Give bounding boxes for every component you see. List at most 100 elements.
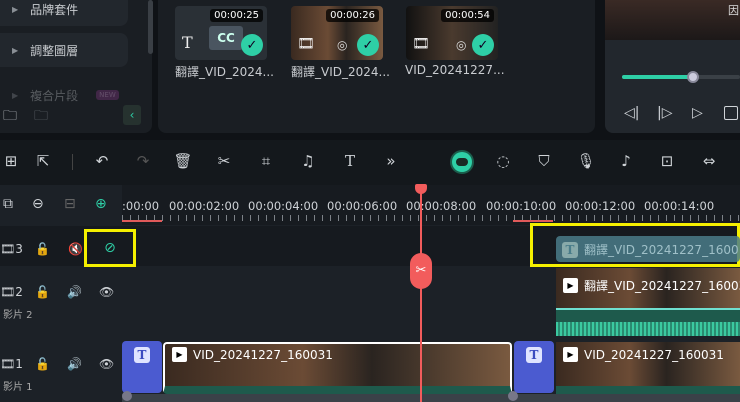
select-tool-icon[interactable]: ⇱	[32, 152, 54, 170]
check-icon: ✓	[472, 34, 494, 56]
media-item-video[interactable]: 🎞 ◎ 00:00:54 ✓	[406, 6, 498, 60]
volume-icon[interactable]: 🔊	[67, 357, 82, 371]
caption-clip-label: T 翻譯_VID_20241227_1600	[562, 241, 739, 258]
track-name: 影片 1	[3, 382, 33, 393]
visible-icon[interactable]: 👁	[99, 357, 114, 371]
expand-icon: ▶	[12, 90, 19, 100]
progress-fill	[622, 75, 693, 79]
sidebar-item-adjustment-layer[interactable]: ▶ 調整圖層	[0, 33, 128, 67]
sidebar-item-label: 調整圖層	[30, 43, 79, 58]
ruler-label: 00:00:10:00	[486, 199, 557, 213]
ruler-ticks	[122, 215, 740, 221]
sidebar-scrollbar[interactable]	[148, 0, 153, 54]
sidebar-item-brand-kit[interactable]: ▶ 品牌套件	[0, 0, 128, 26]
hide-track-icon[interactable]: ⊘	[84, 229, 136, 267]
video-clip-label: ▶ VID_20241227_160031	[172, 347, 333, 362]
ruler-label: 00:00:02:00	[169, 199, 240, 213]
text-icon: T	[562, 241, 578, 258]
text-icon: T	[134, 347, 150, 363]
out-range-marker	[513, 220, 553, 222]
ruler-label: 00:00:04:00	[248, 199, 319, 213]
audio-waveform	[556, 308, 740, 336]
volume-icon[interactable]: 🔊	[67, 285, 82, 299]
duration-label: 00:00:26	[326, 9, 379, 22]
check-icon: ✓	[241, 34, 263, 56]
audio-icon: ◎	[337, 38, 348, 52]
new-folder-icon[interactable]: 🗀	[3, 105, 17, 129]
text-tool-icon[interactable]: T	[339, 152, 361, 170]
ruler-label: 00:00:06:00	[327, 199, 398, 213]
new-badge: NEW	[96, 90, 119, 100]
ruler-label: :00:00	[122, 199, 160, 213]
audio-icon[interactable]: ♫	[297, 152, 319, 170]
delete-folder-icon[interactable]: 🗀	[34, 105, 48, 129]
next-frame-button[interactable]: |▷	[657, 105, 672, 121]
horizontal-scrollbar[interactable]	[122, 394, 740, 402]
film-icon: 🎞	[297, 36, 315, 52]
expand-icon: ▶	[12, 4, 19, 14]
track-number: 2	[15, 285, 23, 299]
track-2-header: 🎞2	[0, 285, 23, 299]
collapse-panel-button[interactable]: ‹	[123, 105, 141, 125]
auto-highlight-icon[interactable]: ◌	[492, 152, 514, 170]
media-item-label: 翻譯_VID_2024...	[175, 65, 274, 79]
lock-icon[interactable]: 🔓	[35, 357, 50, 371]
preview-video	[605, 0, 740, 40]
play-icon: ▶	[563, 278, 578, 293]
media-item-label: 翻譯_VID_2024...	[291, 65, 390, 79]
text-icon: T	[526, 347, 542, 363]
sidebar-item-compound-clip[interactable]: ▶ 複合片段 NEW	[0, 78, 128, 112]
more-icon[interactable]: »	[380, 152, 402, 170]
duration-label: 00:00:25	[210, 9, 263, 22]
track-number: 1	[15, 357, 23, 371]
film-icon: 🎞	[412, 36, 430, 52]
toolbar-divider	[72, 154, 73, 170]
marker-icon[interactable]: ⛉	[533, 152, 555, 170]
lock-icon[interactable]: 🔓	[35, 285, 50, 299]
in-range-marker	[122, 220, 162, 222]
split-at-playhead-button[interactable]: ✂	[410, 253, 432, 289]
media-item-caption[interactable]: CC T 00:00:25 ✓	[175, 6, 267, 60]
track-name: 影片 2	[3, 310, 33, 321]
mute-icon[interactable]: 🔇	[68, 242, 83, 256]
visible-icon[interactable]: 👁	[99, 285, 114, 299]
text-icon: T	[182, 33, 193, 52]
scroll-handle-right[interactable]	[508, 391, 518, 401]
progress-slider[interactable]	[622, 75, 740, 79]
title-clip[interactable]: T	[514, 341, 554, 393]
microphone-icon[interactable]: 🎙	[575, 152, 597, 170]
lock-icon[interactable]: 🔓	[35, 242, 50, 256]
crop-icon[interactable]: ⌗	[255, 152, 277, 170]
duration-label: 00:00:54	[441, 9, 494, 22]
track-number: 3	[15, 242, 23, 256]
scroll-handle-left[interactable]	[122, 391, 132, 401]
music-list-icon[interactable]: ♪	[615, 152, 637, 170]
undo-icon[interactable]: ↶	[91, 152, 113, 170]
stop-button[interactable]	[724, 106, 738, 120]
audio-icon: ◎	[456, 38, 467, 52]
ruler-label: 00:00:14:00	[644, 199, 715, 213]
layout-icon[interactable]: ⊞	[0, 152, 22, 170]
play-button[interactable]: ▷	[692, 105, 703, 121]
link-icon[interactable]: ⊖	[32, 196, 44, 212]
video-clip-label: ▶ 翻譯_VID_20241227_16003	[563, 277, 740, 294]
fit-timeline-icon[interactable]: ⇔	[698, 152, 720, 170]
delete-icon[interactable]: 🗑	[172, 152, 194, 170]
check-icon: ✓	[357, 34, 379, 56]
add-track-icon[interactable]: ⧉	[3, 196, 13, 212]
group-icon[interactable]: ⊟	[64, 196, 76, 212]
ai-copilot-icon[interactable]	[452, 152, 472, 172]
title-clip[interactable]: T	[122, 341, 162, 393]
split-icon[interactable]: ✂	[213, 152, 235, 170]
track-1-header: 🎞1	[0, 357, 23, 371]
ruler-label: 00:00:12:00	[565, 199, 636, 213]
sidebar-item-label: 品牌套件	[30, 2, 79, 17]
sidebar-item-label: 複合片段	[30, 88, 79, 103]
playhead-line[interactable]	[420, 186, 422, 402]
preview-render-icon[interactable]: ⊡	[656, 152, 678, 170]
magnet-snap-icon[interactable]: ⊕	[95, 196, 107, 212]
media-item-video[interactable]: 🎞 ◎ 00:00:26 ✓	[291, 6, 383, 60]
prev-frame-button[interactable]: ◁|	[624, 105, 639, 121]
redo-icon[interactable]: ↷	[132, 152, 154, 170]
progress-handle[interactable]	[687, 71, 699, 83]
